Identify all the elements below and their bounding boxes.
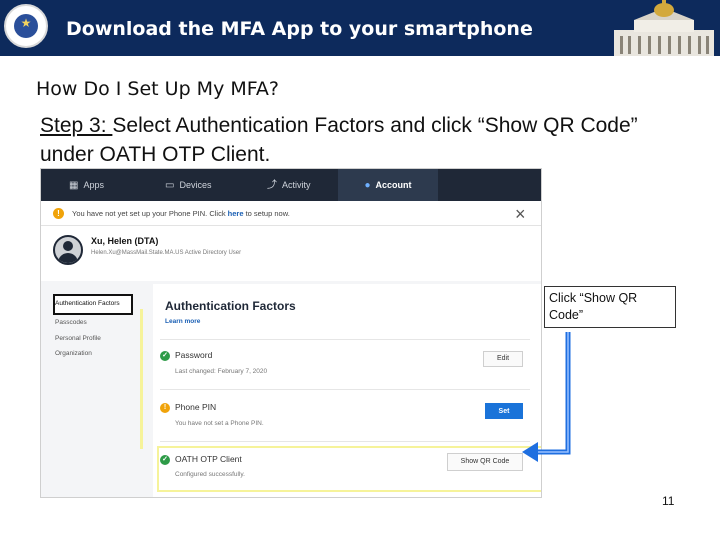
avatar-body [58,253,78,263]
factor-password-sub: Last changed: February 7, 2020 [175,368,268,375]
alert-text: You have not yet set up your Phone PIN. … [72,209,290,218]
close-icon[interactable]: × [515,204,526,225]
user-name: Xu, Helen (DTA) [91,236,159,246]
step-instruction: Step 3: Select Authentication Factors an… [40,111,640,169]
massachusetts-seal-icon: ★ [4,4,48,48]
alert-banner: ! You have not yet set up your Phone PIN… [41,203,541,226]
divider [160,441,530,442]
state-house-icon [604,0,720,56]
highlight-line [140,309,143,449]
nav-activity[interactable]: ⤴ Activity [267,169,311,201]
factor-password-name: Password [175,350,213,360]
user-icon: ● [364,180,371,191]
divider [160,389,530,390]
warning-icon: ! [53,208,64,219]
nav-account[interactable]: ● Account [338,169,438,201]
user-meta: Helen.Xu@MassMail.State.MA.US Active Dir… [91,250,242,256]
callout-box: Click “Show QR Code” [544,286,676,328]
okta-screenshot: ▦ Apps ▭ Devices ⤴ Activity ● Account ! You … [40,168,542,498]
page-number: 11 [662,494,675,508]
alert-prefix: You have not yet set up your Phone PIN. … [72,209,228,218]
avatar [53,235,83,265]
show-qr-code-button[interactable]: Show QR Code [447,453,523,471]
nav-account-label: Account [375,180,412,190]
check-icon: ✓ [160,351,170,361]
factor-phone-pin-sub: You have not set a Phone PIN. [175,420,264,427]
divider [160,339,530,340]
check-icon: ✓ [160,455,170,465]
edit-password-button[interactable]: Edit [483,351,523,367]
nav-activity-label: Activity [282,180,311,190]
sidebar-item-organization[interactable]: Organization [55,350,92,357]
nav-devices-label: Devices [179,180,212,190]
learn-more-link[interactable]: Learn more [165,318,200,325]
nav-apps-label: Apps [83,180,104,190]
factor-phone-pin-name: Phone PIN [175,402,217,412]
top-navigation: ▦ Apps ▭ Devices ⤴ Activity ● Account [41,169,541,201]
factor-oath-sub: Configured successfully. [175,471,245,478]
grid-icon: ▦ [69,180,79,191]
slide-subtitle: How Do I Set Up My MFA? [36,78,280,100]
warning-icon: ! [160,403,170,413]
sidebar-item-passcodes[interactable]: Passcodes [55,319,87,326]
card-title: Authentication Factors [165,299,296,313]
seal-star-icon: ★ [20,16,32,30]
devices-icon: ▭ [165,180,175,191]
sidebar-item-authentication-factors[interactable]: Authentication Factors [55,300,120,307]
nav-devices[interactable]: ▭ Devices [165,169,211,201]
sidebar-item-personal-profile[interactable]: Personal Profile [55,335,101,342]
arrow-icon [522,332,571,462]
step-label: Step 3: [40,114,113,137]
factor-oath-name: OATH OTP Client [175,454,242,464]
nav-apps[interactable]: ▦ Apps [69,169,104,201]
step-body: Select Authentication Factors and click … [40,114,638,166]
header-title: Download the MFA App to your smartphone [66,18,533,40]
set-phone-pin-button[interactable]: Set [485,403,523,419]
alert-link[interactable]: here [228,209,244,218]
alert-suffix: to setup now. [243,209,290,218]
activity-icon: ⤴ [267,180,277,191]
avatar-head [63,241,73,251]
user-header: Xu, Helen (DTA) Helen.Xu@MassMail.State.… [41,226,541,281]
